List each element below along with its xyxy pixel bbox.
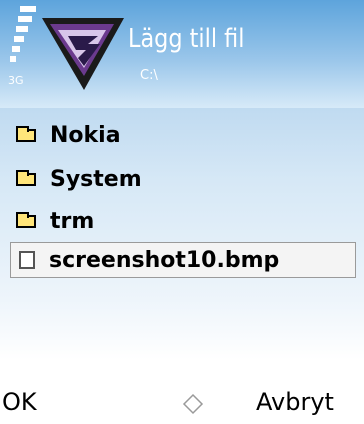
- cancel-softkey[interactable]: Avbryt: [256, 388, 334, 416]
- navigation-arrows-icon: [182, 393, 204, 415]
- list-item[interactable]: System: [16, 162, 142, 196]
- list-item-label: System: [50, 166, 142, 192]
- app-logo-icon: [42, 18, 124, 90]
- folder-icon: [16, 125, 36, 142]
- current-path: C:\: [140, 68, 158, 83]
- list-item[interactable]: trm: [16, 204, 94, 238]
- page-title: Lägg till fil: [128, 24, 245, 54]
- list-item-label: trm: [50, 208, 95, 234]
- signal-strength-icon: [10, 6, 36, 62]
- list-item-selected[interactable]: screenshot10.bmp: [10, 242, 356, 278]
- list-item-label: screenshot10.bmp: [49, 247, 280, 273]
- file-icon: [19, 251, 35, 269]
- folder-icon: [16, 211, 36, 228]
- folder-icon: [16, 169, 36, 186]
- header: 3G Lägg till fil C:\: [0, 0, 364, 108]
- list-item[interactable]: Nokia: [16, 118, 121, 152]
- list-item-label: Nokia: [50, 122, 121, 148]
- network-label: 3G: [8, 74, 24, 87]
- ok-softkey[interactable]: OK: [2, 388, 37, 416]
